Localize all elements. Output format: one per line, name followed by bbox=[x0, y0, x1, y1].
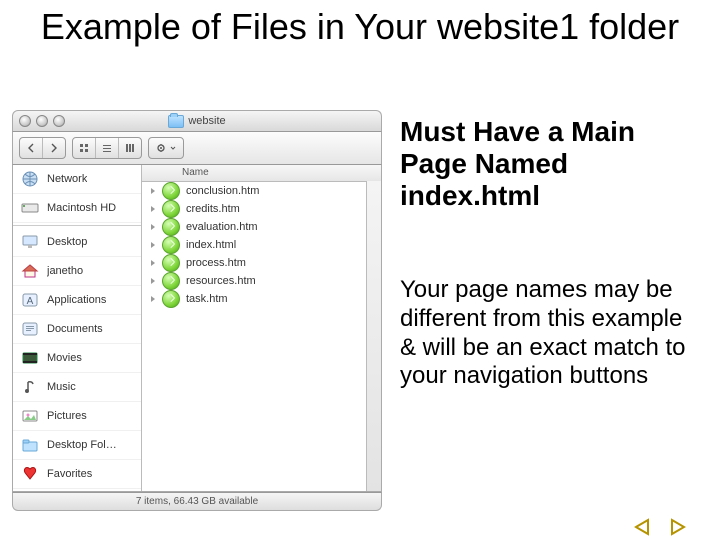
sidebar-item-pictures[interactable]: Pictures bbox=[13, 402, 141, 431]
sidebar-item-label: Desktop Fol… bbox=[47, 439, 117, 451]
html-file-icon bbox=[162, 272, 180, 290]
file-row[interactable]: evaluation.htm bbox=[142, 218, 381, 236]
network-icon bbox=[19, 169, 41, 189]
finder-sidebar: Network Macintosh HD Desktop janetho A Applic… bbox=[13, 165, 142, 491]
sidebar-item-desktopfol[interactable]: Desktop Fol… bbox=[13, 431, 141, 460]
sidebar-item-movies[interactable]: Movies bbox=[13, 344, 141, 373]
sidebar-item-label: Favorites bbox=[47, 468, 92, 480]
apps-icon: A bbox=[19, 290, 41, 310]
file-row[interactable]: task.htm bbox=[142, 290, 381, 308]
sidebar-item-label: Documents bbox=[47, 323, 103, 335]
back-button[interactable] bbox=[20, 138, 43, 158]
docs-icon bbox=[19, 319, 41, 339]
pictures-icon bbox=[19, 406, 41, 426]
finder-statusbar: 7 items, 66.43 GB available bbox=[12, 492, 382, 511]
forward-button[interactable] bbox=[43, 138, 65, 158]
scrollbar[interactable] bbox=[366, 181, 381, 491]
finder-titlebar[interactable]: website bbox=[12, 110, 382, 132]
finder-toolbar bbox=[12, 132, 382, 165]
html-file-icon bbox=[162, 254, 180, 272]
desktopfol-icon bbox=[19, 435, 41, 455]
action-button[interactable] bbox=[148, 137, 184, 159]
close-icon[interactable] bbox=[19, 115, 31, 127]
movies-icon bbox=[19, 348, 41, 368]
nav-back-forward[interactable] bbox=[19, 137, 66, 159]
html-file-icon bbox=[162, 200, 180, 218]
view-list-button[interactable] bbox=[96, 138, 119, 158]
view-mode-buttons[interactable] bbox=[72, 137, 142, 159]
home-icon bbox=[19, 261, 41, 281]
column-header-name[interactable]: Name bbox=[142, 165, 381, 182]
slide-nav bbox=[628, 516, 692, 538]
file-row[interactable]: index.html bbox=[142, 236, 381, 254]
chevron-right-icon bbox=[148, 294, 158, 304]
html-file-icon bbox=[162, 236, 180, 254]
sidebar-item-apps[interactable]: A Applications bbox=[13, 286, 141, 315]
file-list: conclusion.htm credits.htm evaluation.htm i… bbox=[142, 182, 381, 491]
finder-window-title: website bbox=[13, 115, 381, 128]
sidebar-divider bbox=[13, 225, 141, 226]
file-name-label: credits.htm bbox=[186, 203, 240, 215]
file-name-label: process.htm bbox=[186, 257, 246, 269]
prev-slide-button[interactable] bbox=[628, 516, 656, 538]
slide-emphasis: Must Have a Main Page Named index.html bbox=[400, 116, 700, 213]
sidebar-item-home[interactable]: janetho bbox=[13, 257, 141, 286]
next-slide-button[interactable] bbox=[664, 516, 692, 538]
music-icon bbox=[19, 377, 41, 397]
finder-file-pane: Name conclusion.htm credits.htm evaluation… bbox=[142, 165, 381, 491]
slide-title: Example of Files in Your website1 folder bbox=[0, 6, 720, 47]
sidebar-item-label: Movies bbox=[47, 352, 82, 364]
folder-icon bbox=[168, 115, 184, 128]
file-row[interactable]: conclusion.htm bbox=[142, 182, 381, 200]
view-icons-button[interactable] bbox=[73, 138, 96, 158]
desktop-icon bbox=[19, 232, 41, 252]
view-columns-button[interactable] bbox=[119, 138, 141, 158]
file-row[interactable]: resources.htm bbox=[142, 272, 381, 290]
sidebar-item-label: janetho bbox=[47, 265, 83, 277]
sidebar-item-favorites[interactable]: Favorites bbox=[13, 460, 141, 489]
sidebar-item-label: Music bbox=[47, 381, 76, 393]
chevron-right-icon bbox=[148, 186, 158, 196]
svg-text:A: A bbox=[27, 296, 34, 307]
sidebar-item-label: Desktop bbox=[47, 236, 87, 248]
file-name-label: conclusion.htm bbox=[186, 185, 259, 197]
sidebar-item-docs[interactable]: Documents bbox=[13, 315, 141, 344]
finder-window: website bbox=[12, 110, 382, 508]
sidebar-item-label: Pictures bbox=[47, 410, 87, 422]
sidebar-item-label: Applications bbox=[47, 294, 106, 306]
minimize-icon[interactable] bbox=[36, 115, 48, 127]
sidebar-item-music[interactable]: Music bbox=[13, 373, 141, 402]
html-file-icon bbox=[162, 182, 180, 200]
html-file-icon bbox=[162, 218, 180, 236]
file-name-label: task.htm bbox=[186, 293, 228, 305]
sidebar-item-label: Network bbox=[47, 173, 87, 185]
sidebar-item-label: Macintosh HD bbox=[47, 202, 116, 214]
sidebar-item-network[interactable]: Network bbox=[13, 165, 141, 194]
zoom-icon[interactable] bbox=[53, 115, 65, 127]
chevron-right-icon bbox=[148, 258, 158, 268]
chevron-right-icon bbox=[148, 240, 158, 250]
hd-icon bbox=[19, 198, 41, 218]
file-row[interactable]: credits.htm bbox=[142, 200, 381, 218]
gear-icon[interactable] bbox=[149, 138, 183, 158]
chevron-right-icon bbox=[148, 222, 158, 232]
sidebar-item-hd[interactable]: Macintosh HD bbox=[13, 194, 141, 223]
sidebar-item-desktop[interactable]: Desktop bbox=[13, 228, 141, 257]
file-name-label: resources.htm bbox=[186, 275, 256, 287]
slide-body-text: Your page names may be different from th… bbox=[400, 276, 700, 391]
finder-title-label: website bbox=[188, 115, 225, 127]
html-file-icon bbox=[162, 290, 180, 308]
file-row[interactable]: process.htm bbox=[142, 254, 381, 272]
favorites-icon bbox=[19, 464, 41, 484]
file-name-label: index.html bbox=[186, 239, 236, 251]
chevron-right-icon bbox=[148, 204, 158, 214]
finder-content: Network Macintosh HD Desktop janetho A Applic… bbox=[12, 165, 382, 492]
file-name-label: evaluation.htm bbox=[186, 221, 258, 233]
chevron-right-icon bbox=[148, 276, 158, 286]
